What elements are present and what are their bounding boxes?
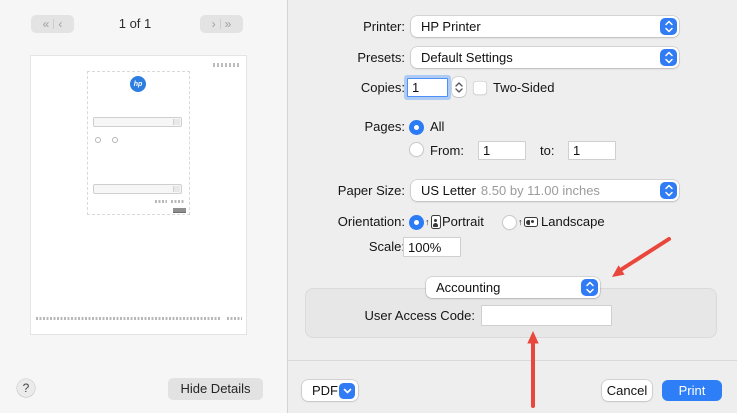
user-access-code-input[interactable] <box>481 305 612 326</box>
copies-label: Copies: <box>285 78 405 97</box>
orientation-label: Orientation: <box>285 213 405 231</box>
user-access-code-label: User Access Code: <box>345 305 475 326</box>
portrait-label: Portrait <box>442 213 484 231</box>
pdf-button[interactable]: PDF <box>302 380 358 401</box>
two-sided-checkbox[interactable] <box>473 81 487 95</box>
scale-input[interactable] <box>403 237 461 257</box>
print-options-pane-select[interactable]: Accounting <box>426 277 600 298</box>
cancel-button-label: Cancel <box>607 383 647 398</box>
landscape-label: Landscape <box>541 213 605 231</box>
preview-dropdown-field <box>93 117 182 127</box>
printer-select-value: HP Printer <box>421 19 481 34</box>
nav-separator <box>53 19 54 29</box>
paper-size-label: Paper Size: <box>285 180 405 201</box>
paper-size-dimensions: 8.50 by 11.00 inches <box>481 183 600 198</box>
stepper-down-icon <box>455 88 463 93</box>
preview-link-text <box>173 208 186 213</box>
print-button[interactable]: Print <box>662 380 722 401</box>
first-page-icon[interactable]: « <box>43 18 50 30</box>
preview-dropdown-field <box>93 184 182 194</box>
nav-separator <box>220 19 221 29</box>
pages-all-radio[interactable] <box>409 120 424 135</box>
presets-label: Presets: <box>285 47 405 68</box>
portrait-radio[interactable] <box>409 215 424 230</box>
landscape-radio[interactable] <box>502 215 517 230</box>
scale-label: Scale: <box>285 237 405 257</box>
page-nav-forward-button[interactable]: › » <box>200 15 243 33</box>
hp-logo: hp <box>130 76 146 92</box>
landscape-icon: ↑ <box>518 214 538 230</box>
preview-cancel-text <box>155 200 167 203</box>
chevron-up-down-icon <box>581 279 598 296</box>
action-bar-divider <box>288 360 737 361</box>
preview-radio <box>112 137 118 143</box>
presets-select-value: Default Settings <box>421 50 513 65</box>
chevron-up-down-icon <box>660 49 677 66</box>
previous-page-icon[interactable]: ‹ <box>58 18 62 30</box>
stepper-up-icon <box>455 82 463 87</box>
pages-label: Pages: <box>285 118 405 136</box>
print-options-pane-value: Accounting <box>436 280 500 295</box>
paper-size-value: US Letter <box>421 183 476 198</box>
up-arrow-glyph: ↑ <box>518 218 523 227</box>
landscape-page-glyph <box>524 217 538 227</box>
help-button[interactable]: ? <box>17 379 35 397</box>
print-button-label: Print <box>679 383 706 398</box>
portrait-icon: ↑ <box>425 214 441 230</box>
pdf-menu-chevron-down-icon[interactable] <box>339 383 355 399</box>
pages-to-input[interactable] <box>568 141 616 160</box>
portrait-page-glyph <box>431 215 441 229</box>
hide-details-button[interactable]: Hide Details <box>168 378 263 400</box>
preview-submit-text <box>171 200 185 203</box>
chevron-up-down-icon <box>660 18 677 35</box>
pdf-button-label: PDF <box>312 383 338 398</box>
preview-radio <box>95 137 101 143</box>
pages-all-label: All <box>430 118 444 136</box>
next-page-icon[interactable]: › <box>212 18 216 30</box>
preview-header-timestamp <box>213 63 240 67</box>
copies-stepper[interactable] <box>452 77 466 97</box>
cancel-button[interactable]: Cancel <box>602 380 652 401</box>
pages-from-input[interactable] <box>478 141 526 160</box>
preview-footer-url <box>36 317 221 320</box>
printer-select[interactable]: HP Printer <box>411 16 679 37</box>
up-arrow-glyph: ↑ <box>425 218 430 227</box>
print-dialog: « ‹ 1 of 1 › » hp ? Hide Details Printer… <box>0 0 737 413</box>
pages-range-radio[interactable] <box>409 142 424 157</box>
last-page-icon[interactable]: » <box>225 18 232 30</box>
presets-select[interactable]: Default Settings <box>411 47 679 68</box>
chevron-up-down-icon <box>660 182 677 199</box>
two-sided-label: Two-Sided <box>493 78 554 97</box>
printer-label: Printer: <box>285 16 405 37</box>
pages-to-label: to: <box>540 141 554 160</box>
print-preview-page: hp <box>30 55 247 335</box>
pages-from-label: From: <box>430 141 464 160</box>
page-counter: 1 of 1 <box>95 15 175 33</box>
page-nav-back-button[interactable]: « ‹ <box>31 15 74 33</box>
paper-size-select[interactable]: US Letter 8.50 by 11.00 inches <box>411 180 679 201</box>
preview-footer-page-number <box>227 317 242 320</box>
copies-input[interactable] <box>407 78 448 97</box>
